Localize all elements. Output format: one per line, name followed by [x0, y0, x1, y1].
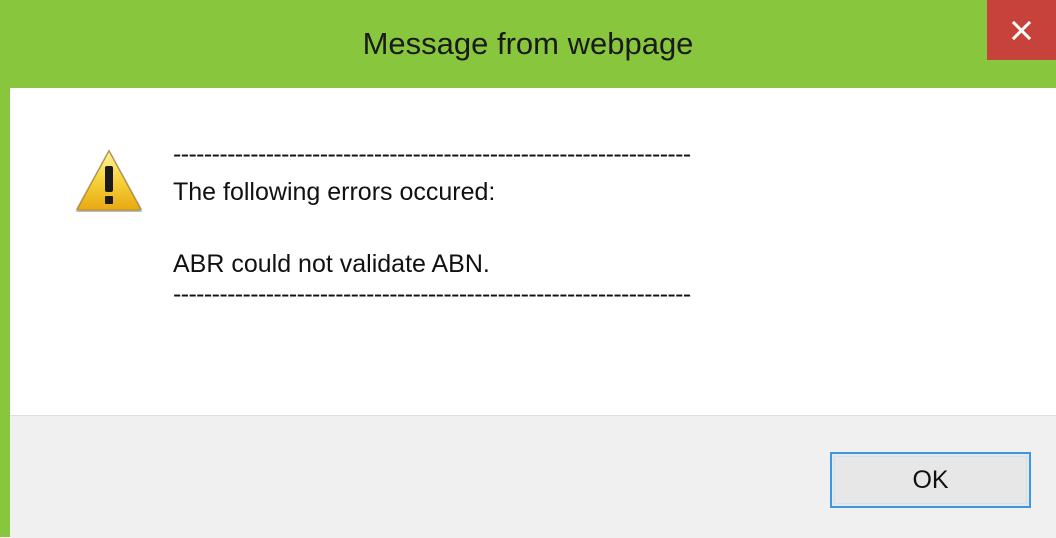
separator-top: ----------------------------------------… — [173, 140, 691, 168]
separator-bottom: ----------------------------------------… — [173, 280, 691, 308]
error-message: ABR could not validate ABN. — [173, 250, 490, 278]
ok-button[interactable]: OK — [830, 452, 1031, 508]
button-bar: OK — [10, 415, 1056, 538]
title-bar[interactable]: Message from webpage — [0, 0, 1056, 88]
message-dialog: Message from webpage -------------------… — [0, 0, 1056, 538]
ok-button-label: OK — [912, 466, 949, 494]
dialog-body: ----------------------------------------… — [10, 88, 1056, 538]
close-button[interactable] — [987, 0, 1056, 60]
close-icon — [1011, 20, 1032, 41]
dialog-title: Message from webpage — [362, 26, 694, 61]
error-heading: The following errors occured: — [173, 178, 496, 206]
warning-icon — [75, 149, 143, 212]
message-area: ----------------------------------------… — [10, 88, 1056, 415]
